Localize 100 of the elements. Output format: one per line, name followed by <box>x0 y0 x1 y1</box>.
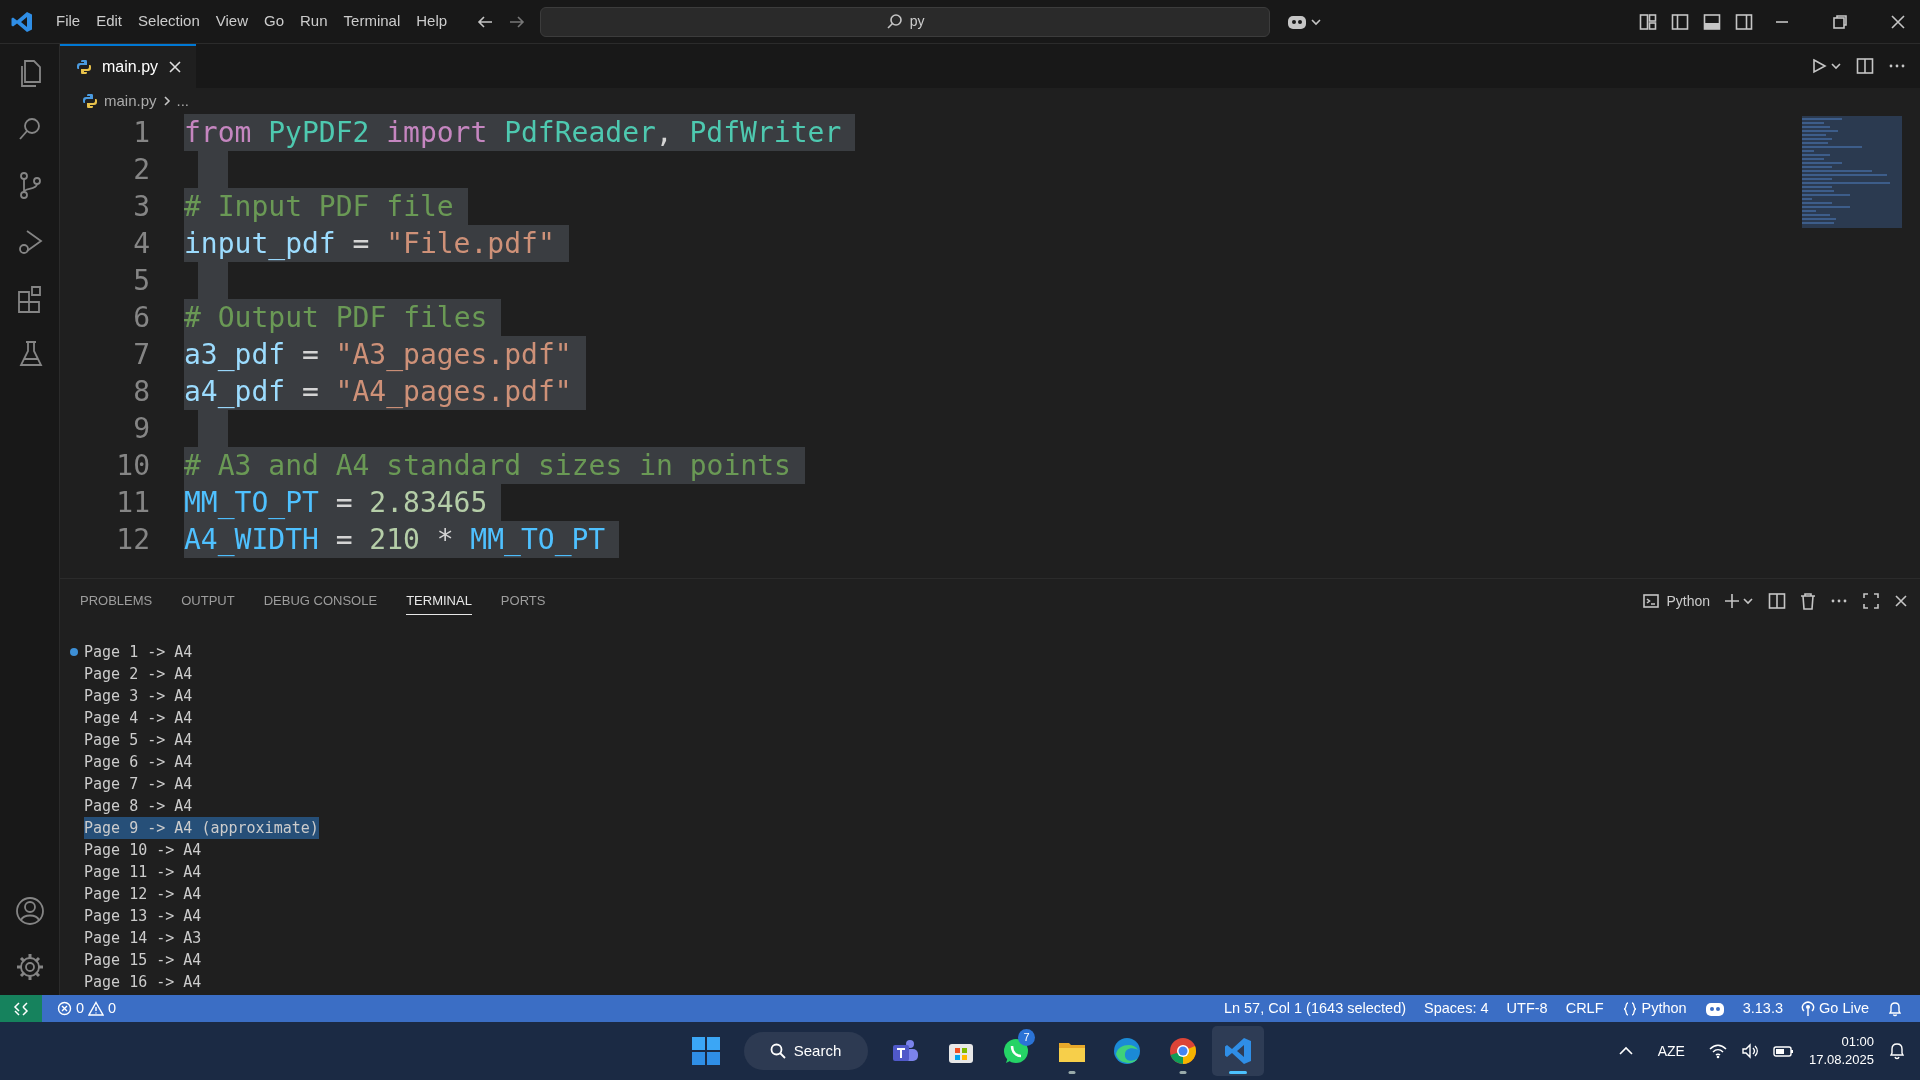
line-number: 12 <box>115 522 150 558</box>
command-center-search[interactable]: py <box>540 6 1271 37</box>
line-number: 2 <box>132 152 150 188</box>
add-terminal-icon[interactable] <box>1724 593 1754 609</box>
menu-item[interactable]: View <box>207 6 256 37</box>
editor-tab[interactable]: main.py <box>60 44 197 88</box>
search-icon <box>885 12 904 31</box>
terminal-line: Page 8 -> A4 <box>84 796 193 817</box>
language-indicator[interactable]: AZE <box>1657 1040 1685 1062</box>
status-item[interactable]: Ln 57, Col 1 (1643 selected) <box>1214 997 1416 1020</box>
search-label: Search <box>793 1040 842 1061</box>
clock-time[interactable]: 01:00 <box>1808 1033 1874 1051</box>
sidebar-toggle-icon[interactable] <box>1671 12 1689 31</box>
line-number: 3 <box>132 189 150 225</box>
tab-label: main.py <box>102 57 159 77</box>
breadcrumb-item[interactable]: ... <box>176 89 190 113</box>
status-item[interactable]: UTF-8 <box>1497 997 1557 1020</box>
terminal-line: Page 4 -> A4 <box>84 708 193 729</box>
browser-logo-icon <box>1167 1036 1198 1066</box>
windows-logo-icon <box>691 1036 721 1066</box>
status-label: Go Live <box>1819 998 1869 1018</box>
notification-count: 7 <box>1018 1029 1035 1046</box>
status-item[interactable]: Python <box>1612 997 1696 1020</box>
maximize-icon[interactable] <box>1862 592 1880 610</box>
panel-tab[interactable]: OUTPUT <box>181 586 235 616</box>
account-icon[interactable] <box>13 895 46 927</box>
menu-item[interactable]: File <box>48 6 89 37</box>
line-number: 10 <box>115 448 150 484</box>
line-number: 4 <box>132 226 150 262</box>
run-dropdown-icon[interactable] <box>1812 58 1842 74</box>
chevron-icon <box>162 95 171 107</box>
terminal-line: Page 10 -> A4 <box>84 840 202 861</box>
terminal-profile[interactable]: Python <box>1643 590 1710 612</box>
status-item[interactable]: Go Live <box>1792 997 1878 1020</box>
remote-button[interactable] <box>0 995 42 1022</box>
taskbar-search[interactable]: Search <box>743 1032 868 1070</box>
panel-tab[interactable]: PROBLEMS <box>80 586 153 616</box>
volume-icon[interactable] <box>1740 1043 1759 1059</box>
bell-icon[interactable] <box>1887 1000 1903 1017</box>
line-number: 1 <box>132 115 150 151</box>
warning-icon <box>88 1001 105 1016</box>
warning-count: 0 <box>108 998 117 1018</box>
breadcrumb-item[interactable]: main.py <box>104 89 157 113</box>
menu-item[interactable]: Run <box>292 6 336 37</box>
menu-item[interactable]: Edit <box>88 6 131 37</box>
status-item[interactable]: CRLF <box>1556 997 1613 1020</box>
terminal-line: Page 3 -> A4 <box>84 686 193 707</box>
panel-tab[interactable]: PORTS <box>500 586 546 616</box>
terminal-line: Page 5 -> A4 <box>84 730 193 751</box>
python-file-icon <box>76 59 92 75</box>
remote-icon <box>13 1000 29 1017</box>
trash-icon[interactable] <box>1800 592 1816 610</box>
close-icon[interactable] <box>1894 594 1908 608</box>
braces-icon <box>1621 1000 1638 1017</box>
line-number: 9 <box>132 411 150 447</box>
search-icon <box>769 1043 786 1059</box>
battery-icon[interactable] <box>1772 1043 1795 1059</box>
wifi-icon[interactable] <box>1708 1043 1727 1059</box>
terminal-icon <box>1643 593 1660 609</box>
error-count: 0 <box>76 998 85 1018</box>
secondary-sidebar-icon[interactable] <box>1735 12 1753 31</box>
terminal-line: Page 16 -> A4 <box>84 972 202 993</box>
taskbar-app[interactable]: 7 <box>990 1026 1042 1076</box>
terminal-line: Page 2 -> A4 <box>84 664 193 685</box>
split-editor-icon[interactable] <box>1856 57 1874 75</box>
clock-date[interactable]: 17.08.2025 <box>1808 1051 1874 1069</box>
search-query-text: py <box>909 12 925 31</box>
layout-customize-icon[interactable] <box>1639 12 1657 31</box>
profile-name: Python <box>1666 591 1710 611</box>
menu-item[interactable]: Terminal <box>335 6 409 37</box>
restore-icon[interactable] <box>1832 13 1848 30</box>
line-number: 11 <box>115 485 150 521</box>
running-indicator <box>1229 1071 1247 1074</box>
close-icon[interactable] <box>1890 13 1906 30</box>
status-item[interactable]: Spaces: 4 <box>1415 997 1498 1020</box>
terminal-line: Page 6 -> A4 <box>84 752 193 773</box>
status-item[interactable]: 3.13.3 <box>1733 997 1792 1020</box>
terminal-line: Page 13 -> A4 <box>84 906 202 927</box>
python-file-icon <box>82 93 98 109</box>
error-icon <box>57 1001 72 1016</box>
split-terminal-icon[interactable] <box>1768 592 1786 610</box>
line-number: 7 <box>132 337 150 373</box>
panel-tab[interactable]: DEBUG CONSOLE <box>263 586 378 616</box>
status-dot-icon <box>69 647 79 657</box>
panel-toggle-icon[interactable] <box>1703 12 1721 31</box>
line-number: 5 <box>132 263 150 299</box>
close-icon[interactable] <box>168 60 183 74</box>
running-indicator <box>1179 1071 1186 1074</box>
problems-indicator[interactable]: 0 0 <box>48 997 126 1020</box>
vscode-logo-icon <box>1223 1036 1253 1066</box>
broadcast-icon <box>1801 1000 1815 1017</box>
line-number: 8 <box>132 374 150 410</box>
notification-bell-icon[interactable] <box>1888 1042 1906 1060</box>
panel-tab[interactable]: TERMINAL <box>406 586 472 616</box>
menu-item[interactable]: Selection <box>130 6 208 37</box>
wave-circle-icon <box>1112 1036 1142 1066</box>
menu-item[interactable]: Go <box>256 6 292 37</box>
menu-item[interactable]: Help <box>408 6 456 37</box>
copilot-icon[interactable] <box>1704 1000 1725 1017</box>
terminal-line: Page 7 -> A4 <box>84 774 193 795</box>
